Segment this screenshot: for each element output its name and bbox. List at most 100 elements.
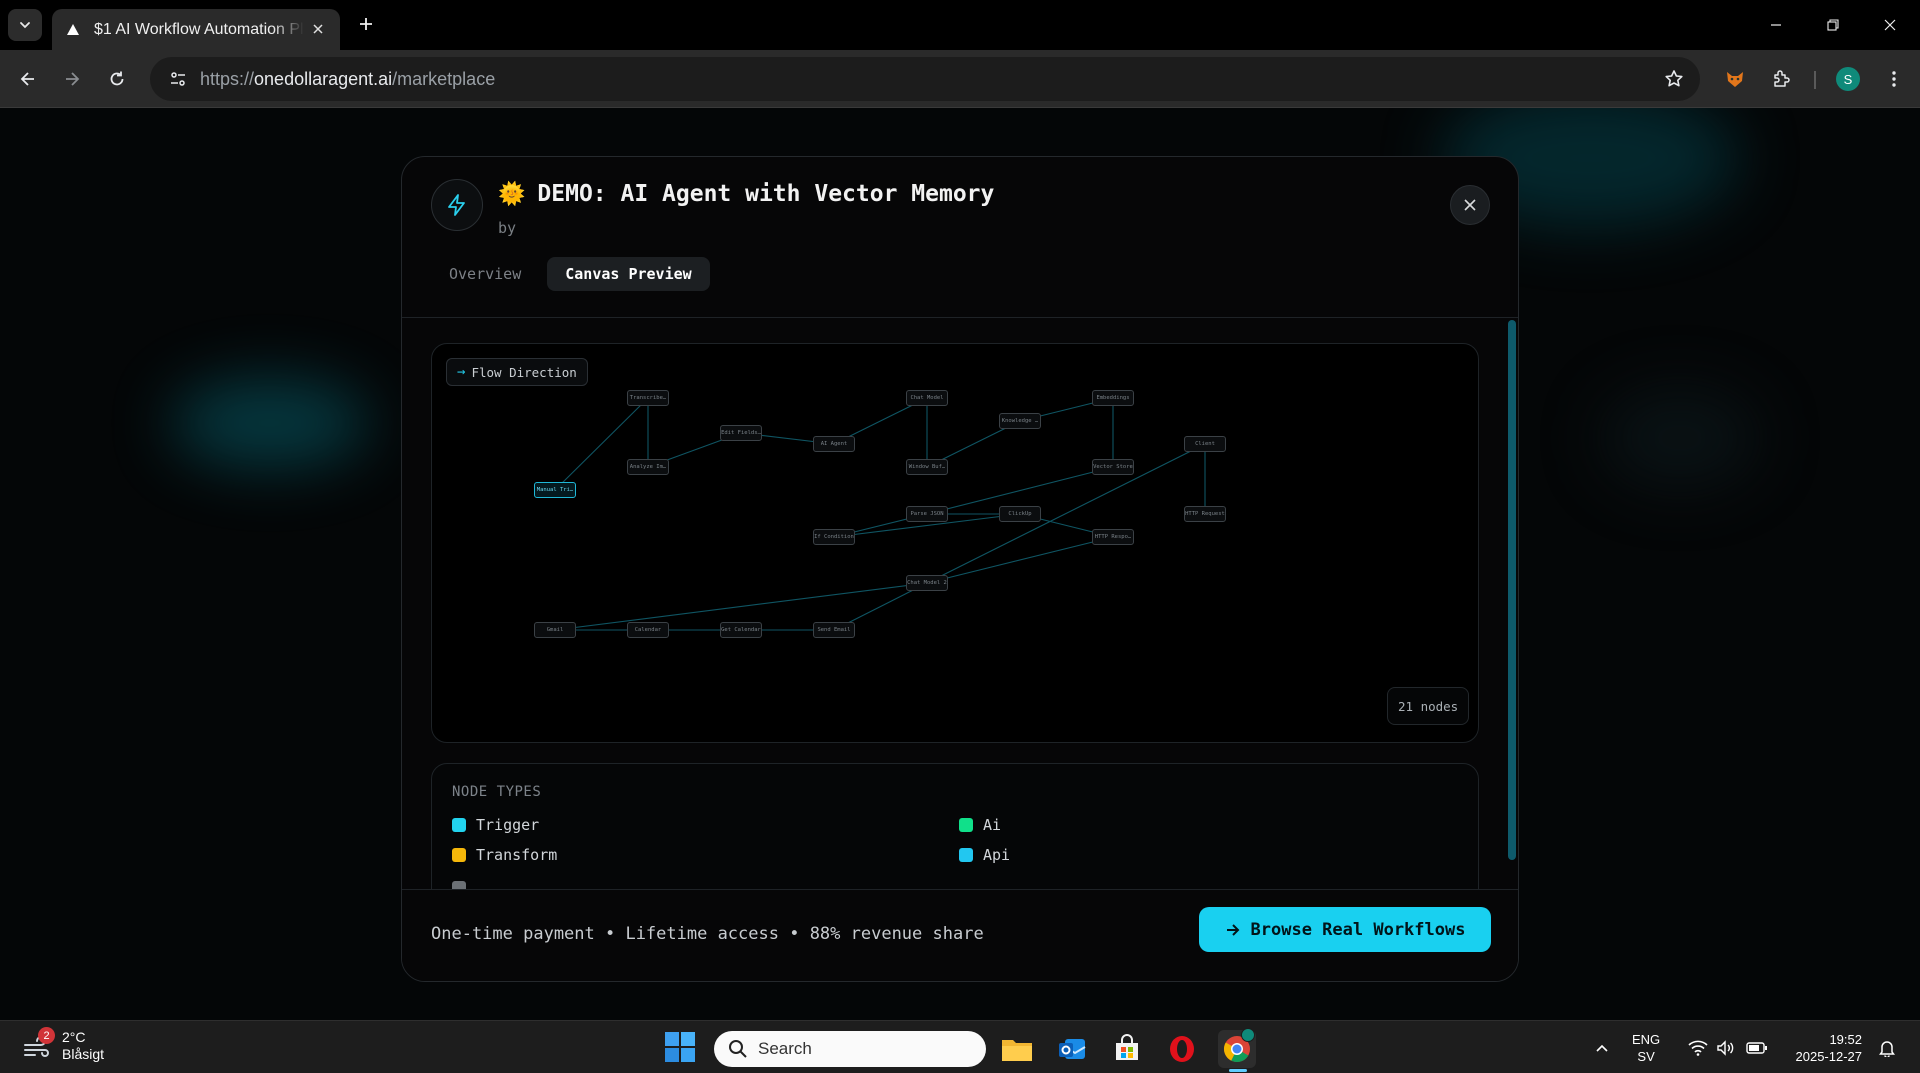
workflow-node[interactable]: Calendar <box>627 622 669 638</box>
address-bar[interactable]: https://onedollaragent.ai/marketplace <box>150 57 1700 101</box>
legend-title: NODE TYPES <box>452 784 542 800</box>
opera-icon[interactable] <box>1163 1030 1201 1068</box>
search-icon <box>729 1040 747 1058</box>
url-scheme: https:// <box>200 68 255 89</box>
weather-widget[interactable]: 2 2°C Blåsigt <box>22 1027 105 1063</box>
close-window-button[interactable] <box>1870 10 1910 40</box>
workflow-node[interactable]: Parse JSON <box>906 506 948 522</box>
lightning-icon <box>431 179 483 231</box>
site-info-icon[interactable] <box>156 57 200 101</box>
wifi-icon[interactable] <box>1684 1021 1712 1073</box>
modal-header: 🌞 DEMO: AI Agent with Vector Memory <box>498 181 994 207</box>
background-glow <box>170 378 370 468</box>
legend-swatch <box>452 848 466 862</box>
workflow-node[interactable]: Send Email <box>813 622 855 638</box>
tab-close-icon[interactable] <box>308 19 328 39</box>
legend-label: Trigger <box>476 816 540 834</box>
workflow-node[interactable]: Client <box>1184 436 1226 452</box>
tab-canvas-preview[interactable]: Canvas Preview <box>547 257 710 291</box>
tray-overflow-chevron-icon[interactable] <box>1590 1021 1614 1073</box>
workflow-canvas[interactable]: → Flow Direction 21 nodes Manual Tri… Tra… <box>431 343 1479 743</box>
workflow-node[interactable]: Manual Tri… <box>534 482 576 498</box>
legend-swatch-partial <box>452 881 466 889</box>
chrome-profile-badge <box>1241 1028 1255 1042</box>
legend-swatch <box>959 848 973 862</box>
browser-toolbar: https://onedollaragent.ai/marketplace S <box>0 50 1920 108</box>
back-button[interactable] <box>12 63 44 95</box>
system-clock[interactable]: 19:52 2025-12-27 <box>1780 1031 1863 1065</box>
bookmark-star-icon[interactable] <box>1662 67 1686 91</box>
modal-scrollbar[interactable] <box>1508 320 1516 860</box>
weather-description: Blåsigt <box>62 1046 105 1062</box>
workflow-node[interactable]: Edit Fields… <box>720 425 762 441</box>
workflow-node[interactable]: Gmail <box>534 622 576 638</box>
microsoft-store-icon[interactable] <box>1108 1030 1146 1068</box>
legend-label: Ai <box>983 816 1002 834</box>
battery-icon[interactable] <box>1742 1021 1772 1073</box>
modal-scroll-area[interactable]: → Flow Direction 21 nodes Manual Tri… Tra… <box>402 318 1518 889</box>
extensions-puzzle-icon[interactable] <box>1765 63 1797 95</box>
arrow-left-icon <box>20 72 34 86</box>
taskbar-search[interactable]: Search <box>714 1031 986 1067</box>
browser-menu-icon[interactable] <box>1878 63 1910 95</box>
new-tab-button[interactable] <box>354 12 378 36</box>
workflow-node[interactable]: HTTP Respo… <box>1092 529 1134 545</box>
reload-icon <box>110 71 124 86</box>
workflow-node[interactable]: Window Buf… <box>906 459 948 475</box>
page-backdrop[interactable]: 🌞 DEMO: AI Agent with Vector Memory by O… <box>0 108 1920 1020</box>
tab-overview[interactable]: Overview <box>431 257 539 291</box>
workflow-node[interactable]: Transcribe… <box>627 390 669 406</box>
legend-label: Api <box>983 846 1011 864</box>
url-text: https://onedollaragent.ai/marketplace <box>200 69 495 90</box>
volume-icon[interactable] <box>1712 1021 1740 1073</box>
outlook-icon[interactable] <box>1053 1030 1091 1068</box>
legend-item-ai: Ai <box>959 816 1001 834</box>
workflow-node[interactable]: ClickUp <box>999 506 1041 522</box>
active-app-indicator <box>1229 1069 1247 1072</box>
modal-footer: One-time payment • Lifetime access • 88%… <box>402 889 1518 981</box>
workflow-node[interactable]: Knowledge … <box>999 413 1041 429</box>
workflow-node[interactable]: Chat Model 2 <box>906 575 948 591</box>
chevron-down-icon <box>20 22 30 29</box>
restore-button[interactable] <box>1813 10 1853 40</box>
tab-search-button[interactable] <box>8 9 42 41</box>
input-language-indicator[interactable]: ENG SV <box>1632 1031 1660 1065</box>
legend-swatch <box>452 818 466 832</box>
node-count-badge: 21 nodes <box>1387 687 1470 725</box>
workflow-node[interactable]: AI Agent <box>813 436 855 452</box>
workflow-node[interactable]: Get Calendar <box>720 622 762 638</box>
legend-swatch <box>959 818 973 832</box>
close-icon <box>1464 199 1476 211</box>
workflow-node[interactable]: HTTP Request <box>1184 506 1226 522</box>
workflow-node[interactable]: Analyze Im… <box>627 459 669 475</box>
workflow-node[interactable]: Embeddings <box>1092 390 1134 406</box>
legend-label: Transform <box>476 846 558 864</box>
arrow-right-icon: → <box>457 364 466 380</box>
browser-tab[interactable]: $1 AI Workflow Automation Platform <box>52 9 340 50</box>
minimize-button[interactable] <box>1756 10 1796 40</box>
workflow-node[interactable]: Chat Model <box>906 390 948 406</box>
profile-avatar[interactable]: S <box>1836 67 1860 91</box>
canvas-edges <box>554 397 1206 631</box>
search-placeholder: Search <box>758 1039 812 1058</box>
workflow-preview-modal: 🌞 DEMO: AI Agent with Vector Memory by O… <box>401 156 1519 982</box>
notification-bell-icon[interactable] <box>1872 1021 1902 1073</box>
start-button[interactable] <box>664 1031 698 1065</box>
chrome-icon[interactable] <box>1218 1028 1256 1068</box>
browse-workflows-button[interactable]: Browse Real Workflows <box>1199 907 1491 952</box>
windows-logo-icon <box>665 1032 695 1062</box>
clock-date: 2025-12-27 <box>1795 1049 1863 1064</box>
arrow-right-icon <box>1226 923 1239 936</box>
modal-close-button[interactable] <box>1450 185 1490 225</box>
reload-button[interactable] <box>101 63 133 95</box>
extension-fox-icon[interactable] <box>1719 63 1751 95</box>
forward-button[interactable] <box>56 63 88 95</box>
url-host: onedollaragent.ai <box>254 68 393 89</box>
node-types-legend: NODE TYPES Trigger Ai Transform Api <box>431 763 1479 889</box>
weather-alert-badge: 2 <box>38 1027 55 1044</box>
workflow-edge <box>554 397 649 491</box>
modal-tabs: Overview Canvas Preview <box>431 257 710 291</box>
file-explorer-icon[interactable] <box>998 1030 1036 1068</box>
workflow-node[interactable]: Vector Store <box>1092 459 1134 475</box>
workflow-node[interactable]: If Condition <box>813 529 855 545</box>
